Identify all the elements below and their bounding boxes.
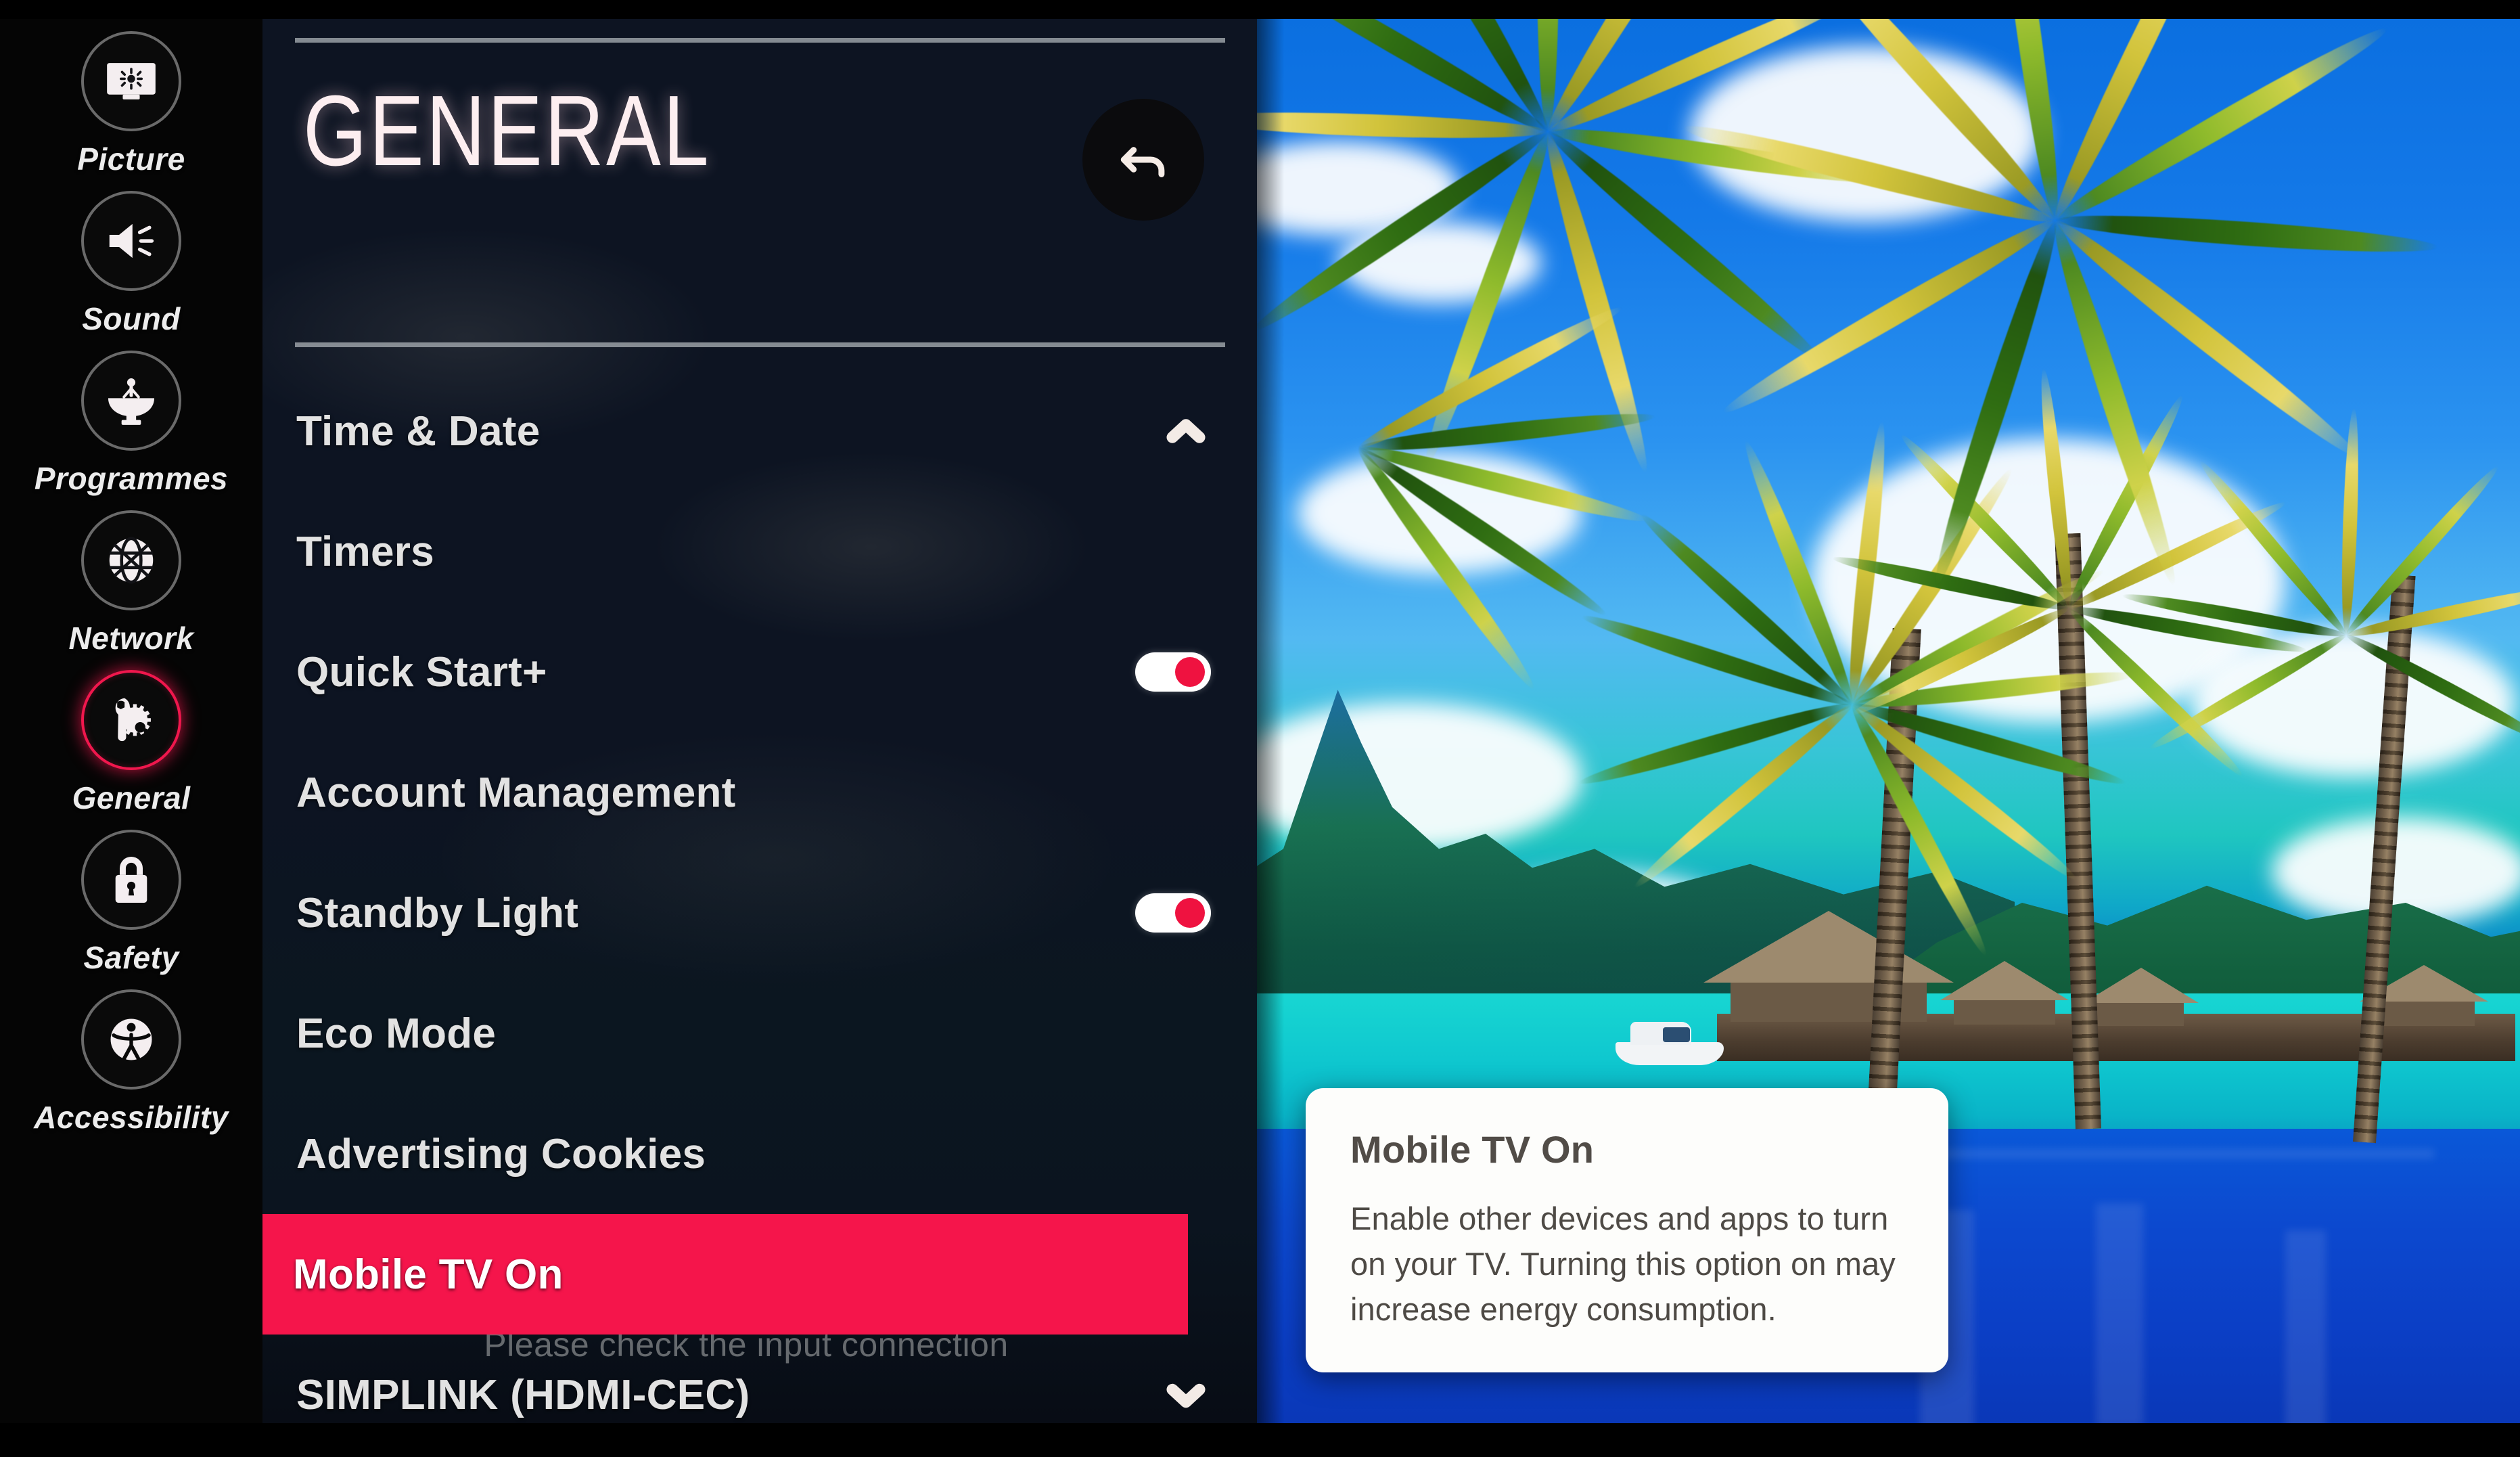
sidebar-item-network[interactable]: Network [0,503,262,663]
info-tooltip: Mobile TV On Enable other devices and ap… [1306,1088,1948,1372]
menu-item-control[interactable] [1135,893,1211,933]
wrench-gear-icon [81,670,181,770]
menu-item-account-management[interactable]: Account Management [262,732,1257,853]
picture-edge-shadow [1257,19,1284,1427]
sidebar-item-label: General [72,780,191,815]
padlock-icon [81,830,181,930]
monitor-brightness-icon [81,31,181,131]
tv-screen: GENERAL Please check the input connectio… [0,0,2520,1457]
quick-start-toggle[interactable] [1135,652,1211,692]
menu-item-advertising-cookies[interactable]: Advertising Cookies [262,1094,1257,1214]
menu-item-label: Quick Start+ [296,648,547,696]
menu-item-label: Time & Date [296,407,541,455]
sidebar-item-sound[interactable]: Sound [0,184,262,344]
menu-item-simplink[interactable]: SIMPLINK (HDMI-CEC) [262,1335,1257,1427]
bungalow [2096,999,2184,1026]
sidebar-item-label: Sound [82,301,181,336]
accessibility-icon [81,989,181,1090]
back-arrow-icon [1120,147,1165,177]
page-title: GENERAL [303,75,711,187]
divider-top [295,38,1225,43]
chevron-down-icon [1166,1383,1206,1408]
settings-menu-list: Time & Date Timers Quick Start+ Account … [262,371,1257,1427]
menu-item-time-and-date[interactable]: Time & Date [262,371,1257,491]
menu-item-timers[interactable]: Timers [262,491,1257,612]
globe-icon [81,510,181,610]
menu-item-label: Eco Mode [296,1010,497,1057]
menu-item-eco-mode[interactable]: Eco Mode [262,973,1257,1094]
tooltip-title: Mobile TV On [1350,1128,1595,1171]
toggle-knob [1175,898,1205,928]
sidebar-item-label: Safety [83,940,179,975]
menu-item-label: Timers [296,528,434,575]
divider-middle [295,342,1225,347]
sidebar-item-general[interactable]: General [0,663,262,823]
sidebar-item-programmes[interactable]: Programmes [0,344,262,503]
menu-item-control[interactable] [1135,652,1211,692]
menu-item-standby-light[interactable]: Standby Light [262,853,1257,973]
menu-item-mobile-tv-on[interactable]: Mobile TV On [262,1214,1188,1335]
menu-item-label: Advertising Cookies [296,1130,706,1178]
menu-item-control[interactable] [1161,406,1211,456]
boat [1616,1011,1724,1065]
toggle-knob [1175,657,1205,687]
settings-panel: GENERAL Please check the input connectio… [262,19,1257,1427]
bezel-bottom [0,1423,2520,1457]
bezel-top [0,0,2520,19]
settings-sidebar: Picture Sound Programmes Network General… [0,0,262,1457]
menu-item-label: Account Management [296,769,736,816]
sidebar-item-label: Picture [77,141,185,177]
sidebar-item-label: Accessibility [34,1100,229,1135]
standby-light-toggle[interactable] [1135,893,1211,933]
menu-item-quick-start[interactable]: Quick Start+ [262,612,1257,732]
menu-item-label: SIMPLINK (HDMI-CEC) [296,1371,750,1418]
sidebar-item-safety[interactable]: Safety [0,823,262,983]
menu-item-control[interactable] [1161,1370,1211,1420]
chevron-up-icon [1166,419,1206,443]
menu-item-label: Standby Light [296,889,579,937]
back-button[interactable] [1082,99,1204,221]
sidebar-item-accessibility[interactable]: Accessibility [0,983,262,1142]
tooltip-body: Enable other devices and apps to turn on… [1350,1201,1896,1328]
speaker-icon [81,191,181,291]
sidebar-item-label: Programmes [34,461,229,496]
satellite-dish-icon [81,351,181,451]
bungalow [2373,998,2475,1026]
sidebar-item-picture[interactable]: Picture [0,24,262,184]
sidebar-item-label: Network [68,621,194,656]
menu-item-label: Mobile TV On [293,1251,564,1298]
